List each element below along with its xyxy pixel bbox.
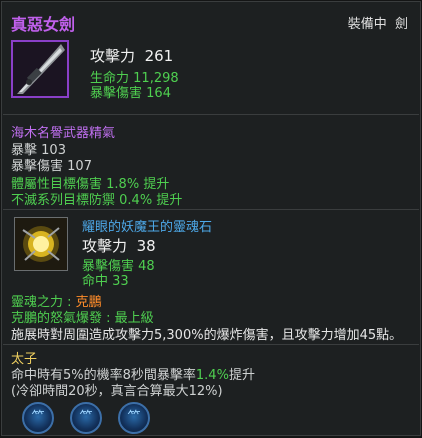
sword-icon [11, 40, 69, 98]
essence-crit-dmg: 暴擊傷害 107 [11, 155, 92, 174]
set-cooldown: (冷卻時間20秒，真言合算最大12%) [11, 384, 223, 399]
crit-dmg-value: 164 [146, 86, 171, 101]
soul-stone-icon [14, 217, 68, 271]
bonus-2-value: 0.4% [119, 193, 153, 208]
soul-accuracy-label: 命中 [82, 274, 109, 289]
bonus-2-suffix: 提升 [156, 193, 183, 208]
skill-glyph: ⺮ [31, 410, 45, 425]
equip-status-label: 裝備中 [347, 17, 387, 32]
skill-icon[interactable]: ⺮ [22, 402, 54, 434]
soul-accuracy-value: 33 [112, 274, 129, 289]
item-name: 真惡女劍 [11, 15, 76, 34]
equip-slot: 劍 [394, 17, 408, 32]
divider [3, 114, 419, 115]
skill-icon[interactable]: ⺮ [70, 402, 102, 434]
equip-status: 裝備中 劍 [348, 13, 408, 32]
divider [3, 209, 419, 210]
crit-dmg-label: 暴擊傷害 [90, 86, 143, 101]
essence-crit-dmg-value: 107 [67, 159, 92, 174]
skill-glyph: ⺮ [79, 410, 93, 425]
soul-stone-name: 耀眼的妖魔王的靈魂石 [82, 220, 213, 235]
set-effect-post: 提升 [228, 368, 255, 383]
item-tooltip: 真惡女劍 裝備中 劍 攻擊力 261 生命力 11,298 暴擊傷害 164 海… [1, 1, 421, 436]
crit-dmg-stat: 暴擊傷害 164 [90, 82, 171, 101]
soul-attack-label: 攻擊力 [82, 237, 128, 255]
essence-crit-dmg-label: 暴擊傷害 [11, 159, 64, 174]
divider [3, 344, 419, 345]
skill-icon[interactable]: ⺮ [118, 402, 150, 434]
soul-attack-value: 38 [136, 237, 156, 255]
essence-bonus-2: 不滅系列目標防禦 0.4% 提升 [11, 189, 182, 208]
attack-value: 261 [144, 47, 174, 65]
sword-icon-art [13, 42, 67, 96]
soul-stone-art [15, 218, 67, 270]
soul-accuracy: 命中 33 [82, 270, 129, 289]
attack-stat: 攻擊力 261 [90, 45, 173, 66]
attack-label: 攻擊力 [90, 47, 136, 65]
bonus-2-label: 不滅系列目標防禦 [11, 193, 116, 208]
skill-glyph: ⺮ [127, 410, 141, 425]
soul-attack-stat: 攻擊力 38 [82, 235, 156, 256]
burst-description: 施展時對周圍造成攻擊力5,300%的爆炸傷害，且攻擊力增加45點。 [11, 328, 403, 343]
soul-crit-dmg-value: 48 [138, 259, 155, 274]
